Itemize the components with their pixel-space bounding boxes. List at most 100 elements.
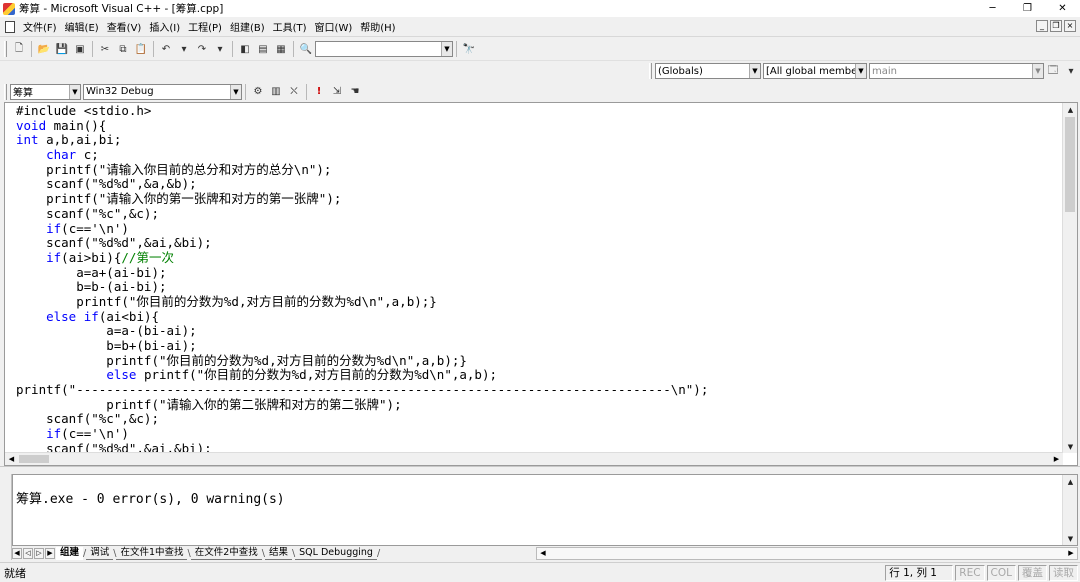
code-line[interactable]: printf("请输入你的第一张牌和对方的第一张牌"); [16,191,1063,207]
chevron-down-icon[interactable]: ▼ [441,42,452,56]
tab-find-in-files-1[interactable]: 在文件1中查找 [116,547,188,560]
menu-window[interactable]: 窗口(W) [311,19,357,34]
output-window-grip[interactable] [0,474,12,560]
class-combo[interactable]: (Globals) ▼ [655,63,761,79]
menu-view[interactable]: 查看(V) [103,19,146,34]
tab-debug[interactable]: 调试 [86,547,114,560]
pane-splitter[interactable] [0,466,1080,474]
mdi-restore-button[interactable]: ❐ [1050,20,1062,32]
compile-icon[interactable]: ⚙ [251,85,265,99]
code-line[interactable]: scanf("%d%d",&a,&b); [16,177,1063,192]
scroll-up-arrow-icon[interactable]: ▲ [1063,475,1078,488]
code-area[interactable]: #include <stdio.h> void main(){int a,b,ai… [5,103,1063,453]
output-window[interactable]: 筹算.exe - 0 error(s), 0 warning(s) ▲ ▼ [12,474,1078,546]
code-line[interactable]: printf("你目前的分数为%d,对方目前的分数为%d\n",a,b);} [16,353,1063,369]
output-horizontal-scrollbar[interactable]: ◀ ▶ [536,546,1078,560]
redo-icon[interactable]: ↷ [195,42,209,56]
scroll-thumb[interactable] [19,455,49,463]
scroll-down-arrow-icon[interactable]: ▼ [1063,532,1078,545]
tab-results[interactable]: 结果 [264,547,292,560]
code-line[interactable]: b=b+(bi-ai); [16,338,1063,354]
code-line[interactable]: a=a+(ai-bi); [16,265,1063,281]
paste-icon[interactable]: 📋 [134,42,148,56]
copy-icon[interactable]: ⧉ [116,42,130,56]
chevron-down-icon[interactable]: ▼ [855,64,866,78]
open-folder-icon[interactable]: 📂 [37,42,51,56]
menu-insert[interactable]: 插入(I) [145,19,184,34]
filter-combo[interactable]: [All global members ▼ [763,63,867,79]
close-button[interactable]: ✕ [1045,0,1080,17]
code-line[interactable]: if(c=='\n') [16,221,1063,237]
code-line[interactable]: printf("请输入你的第二张牌和对方的第二张牌"); [16,397,1063,413]
code-line[interactable]: printf("--------------------------------… [16,382,1063,398]
tab-last-icon[interactable]: ▶ [45,547,55,559]
build-icon[interactable]: ▥ [269,85,283,99]
go-icon[interactable]: ⇲ [330,85,344,99]
mdi-close-button[interactable]: × [1064,20,1076,32]
code-line[interactable]: if(c=='\n') [16,426,1063,442]
tab-sql-debugging[interactable]: SQL Debugging [295,547,377,560]
project-combo[interactable]: 筹算 ▼ [10,83,81,100]
dropdown-arrow-icon[interactable]: ▾ [1064,64,1078,78]
toolbar-grip[interactable] [4,83,7,100]
code-line[interactable]: b=b-(ai-bi); [16,279,1063,295]
menu-build[interactable]: 组建(B) [226,19,269,34]
config-combo[interactable]: Win32 Debug ▼ [83,83,242,100]
save-all-icon[interactable]: ▣ [73,42,87,56]
code-line[interactable]: else if(ai<bi){ [16,309,1063,325]
app-icon[interactable] [3,2,15,15]
new-file-icon[interactable]: 🗋 [12,42,26,56]
chevron-down-icon[interactable]: ▼ [1032,64,1043,78]
undo-icon[interactable]: ↶ [159,42,173,56]
cut-icon[interactable]: ✂ [98,42,112,56]
scroll-up-arrow-icon[interactable]: ▲ [1063,103,1078,116]
stop-build-icon[interactable]: ⛌ [287,85,301,99]
scroll-right-arrow-icon[interactable]: ▶ [1050,453,1063,465]
code-line[interactable]: int a,b,ai,bi; [16,133,1063,148]
chevron-down-icon[interactable]: ▼ [749,64,760,78]
menu-tools[interactable]: 工具(T) [269,19,311,34]
menu-edit[interactable]: 编辑(E) [61,19,103,34]
find-icon[interactable]: 🔭 [462,42,476,56]
scroll-right-arrow-icon[interactable]: ▶ [1065,549,1077,557]
tab-prev-icon[interactable]: ◁ [23,547,33,559]
tab-next-icon[interactable]: ▷ [34,547,44,559]
editor-vertical-scrollbar[interactable]: ▲ ▼ [1062,103,1077,453]
tab-first-icon[interactable]: ◀ [12,547,22,559]
tab-build[interactable]: 组建 [56,546,84,560]
dropdown-arrow-icon[interactable]: ▾ [213,42,227,56]
window-list-icon[interactable]: ▦ [274,42,288,56]
document-icon[interactable] [5,20,15,33]
code-line[interactable]: else printf("你目前的分数为%d,对方目前的分数为%d\n",a,b… [16,368,1063,383]
execute-icon[interactable]: ! [312,85,326,99]
wizard-action-icon[interactable]: 🗔 [1046,64,1060,78]
menu-help[interactable]: 帮助(H) [356,19,399,34]
code-line[interactable]: scanf("%c",&c); [16,412,1063,427]
scroll-thumb[interactable] [1065,117,1075,212]
code-editor[interactable]: #include <stdio.h> void main(){int a,b,ai… [4,102,1078,466]
code-line[interactable]: scanf("%c",&c); [16,206,1063,222]
scroll-left-arrow-icon[interactable]: ◀ [537,549,549,557]
menu-file[interactable]: 文件(F) [19,19,61,34]
code-line[interactable]: if(ai>bi){//第一次 [16,250,1063,266]
code-line[interactable]: #include <stdio.h> [16,103,1063,119]
toolbar-grip[interactable] [649,63,652,79]
scroll-left-arrow-icon[interactable]: ◀ [5,453,18,465]
code-line[interactable]: void main(){ [16,118,1063,134]
toolbar-grip[interactable] [4,41,7,57]
find-in-files-icon[interactable]: 🔍 [299,42,313,56]
scroll-down-arrow-icon[interactable]: ▼ [1063,440,1078,453]
workspace-icon[interactable]: ◧ [238,42,252,56]
tab-find-in-files-2[interactable]: 在文件2中查找 [190,547,262,560]
editor-horizontal-scrollbar[interactable]: ◀ ▶ [5,452,1063,465]
code-line[interactable]: printf("请输入你目前的总分和对方的总分\n"); [16,162,1063,178]
output-window-icon[interactable]: ▤ [256,42,270,56]
breakpoint-hand-icon[interactable]: ☚ [348,85,362,99]
code-line[interactable]: printf("你目前的分数为%d,对方目前的分数为%d\n",a,b);} [16,294,1063,310]
dropdown-arrow-icon[interactable]: ▾ [177,42,191,56]
maximize-button[interactable]: ❐ [1010,0,1045,17]
chevron-down-icon[interactable]: ▼ [230,84,241,99]
minimize-button[interactable]: ─ [975,0,1010,17]
members-combo[interactable]: main ▼ [869,63,1044,79]
menu-project[interactable]: 工程(P) [184,19,226,34]
